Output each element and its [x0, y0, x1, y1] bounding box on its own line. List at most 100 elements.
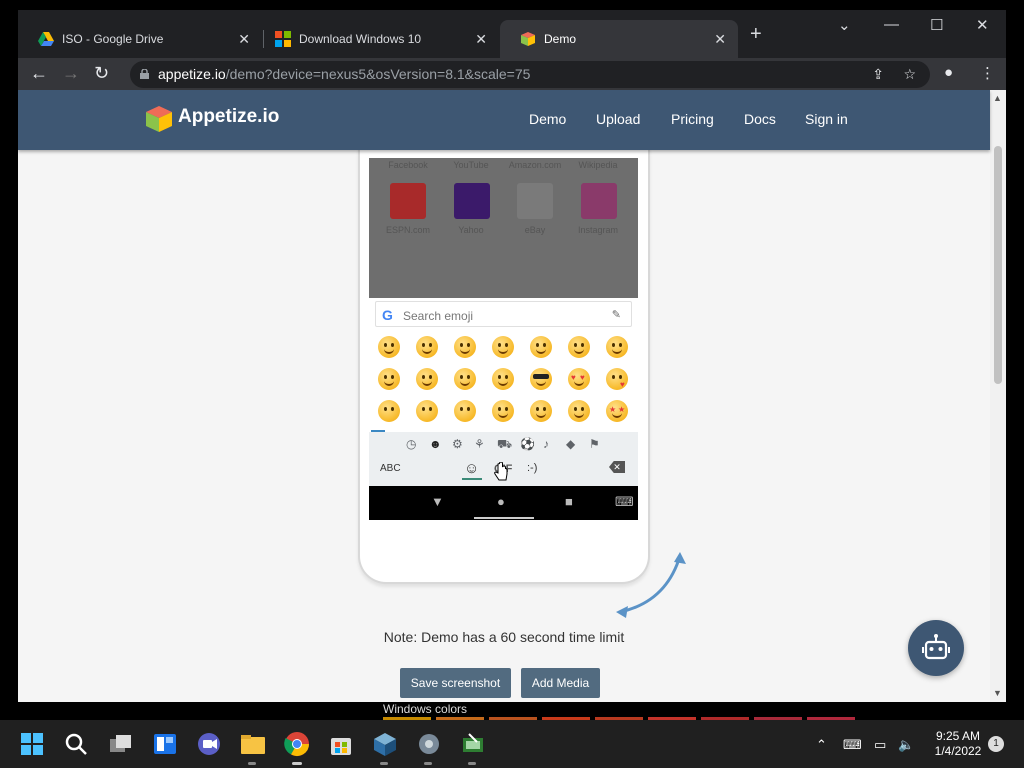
slight-smile-icon[interactable]: [530, 400, 552, 422]
save-screenshot-button[interactable]: Save screenshot: [400, 668, 511, 698]
kissing-face-icon[interactable]: [378, 400, 400, 422]
grinning-face-icon[interactable]: [378, 336, 400, 358]
maximize-icon[interactable]: ☐: [930, 16, 943, 34]
blowing-kiss-icon[interactable]: ♥: [606, 368, 628, 390]
tears-of-joy-icon[interactable]: [454, 336, 476, 358]
kebab-menu-icon[interactable]: ⋮: [980, 64, 995, 82]
instagram-tile[interactable]: [581, 183, 617, 219]
appetize-cube-icon: [520, 31, 536, 47]
objects-bell-icon[interactable]: ♪: [543, 437, 549, 451]
close-icon[interactable]: ✕: [714, 32, 726, 46]
nav-docs[interactable]: Docs: [744, 111, 776, 127]
task-view-icon[interactable]: [107, 730, 135, 758]
profile-icon[interactable]: ●: [944, 64, 953, 81]
kissing-closed-eyes-icon[interactable]: [454, 400, 476, 422]
chrome-icon[interactable]: [283, 730, 311, 758]
kissing-smiling-eyes-icon[interactable]: [416, 400, 438, 422]
sunglasses-face-icon[interactable]: [530, 368, 552, 390]
blush-face-icon[interactable]: [454, 368, 476, 390]
close-icon[interactable]: ✕: [238, 32, 250, 46]
hugging-face-icon[interactable]: [568, 400, 590, 422]
emoji-search-input[interactable]: G Search emoji ✎: [375, 301, 632, 327]
android-home-icon[interactable]: ●: [497, 494, 505, 509]
espn-tile[interactable]: [390, 183, 426, 219]
back-arrow-icon[interactable]: ←: [30, 62, 48, 84]
keyboard-switch-icon[interactable]: ⌨: [615, 494, 634, 510]
keyboard-icon[interactable]: ⌨: [843, 737, 862, 753]
app-label: Instagram: [577, 225, 619, 235]
nav-sign-in[interactable]: Sign in: [805, 111, 848, 127]
nav-pricing[interactable]: Pricing: [671, 111, 714, 127]
tab-search-chevron-icon[interactable]: ⌄: [838, 16, 851, 34]
close-icon[interactable]: ✕: [475, 32, 487, 46]
smiley-face-icon[interactable]: [530, 336, 552, 358]
settings-open-indicator: [424, 762, 432, 765]
recent-clock-icon[interactable]: ◷: [406, 437, 416, 451]
nav-demo[interactable]: Demo: [529, 111, 566, 127]
brand-name[interactable]: Appetize.io: [178, 106, 279, 128]
chat-bot-button[interactable]: [908, 620, 964, 676]
teams-chat-icon[interactable]: [195, 730, 223, 758]
virtualbox-icon[interactable]: [371, 730, 399, 758]
star-struck-icon[interactable]: ★ ★: [606, 400, 628, 422]
android-back-icon[interactable]: ▼: [431, 494, 444, 509]
network-display-icon[interactable]: ▭: [874, 737, 886, 753]
system-clock[interactable]: 9:25 AM 1/4/2022: [930, 729, 986, 759]
emoticon-key[interactable]: :-): [527, 462, 537, 474]
yahoo-tile[interactable]: [454, 183, 490, 219]
snipping-tool-icon[interactable]: [459, 730, 487, 758]
animals-icon[interactable]: ⚘: [474, 437, 485, 451]
windows-start-icon[interactable]: [18, 730, 46, 758]
handwriting-pen-icon[interactable]: ✎: [612, 308, 621, 321]
sweat-smile-icon[interactable]: [606, 336, 628, 358]
emoji-tab-icon[interactable]: ☺: [464, 460, 479, 477]
rolling-laughing-icon[interactable]: [492, 336, 514, 358]
minimize-icon[interactable]: —: [884, 16, 899, 33]
tab-demo[interactable]: Demo ✕: [500, 20, 738, 58]
url-host: appetize.io: [158, 66, 226, 82]
shortcut-label: YouTube: [453, 160, 489, 170]
share-icon[interactable]: ⇪: [872, 61, 884, 88]
volume-icon[interactable]: 🔈: [898, 737, 914, 753]
tab-iso-google-drive[interactable]: ISO - Google Drive ✕: [18, 20, 262, 58]
backspace-icon[interactable]: ✕: [609, 461, 625, 473]
android-recents-icon[interactable]: ■: [565, 494, 573, 509]
ebay-tile[interactable]: [517, 183, 553, 219]
settings-gear-icon[interactable]: [415, 730, 443, 758]
window-close-icon[interactable]: ✕: [976, 16, 989, 34]
forward-arrow-icon[interactable]: →: [62, 62, 80, 84]
people-gear-icon[interactable]: ⚙: [452, 437, 463, 451]
chrome-active-indicator: [292, 762, 302, 765]
notification-badge[interactable]: 1: [988, 736, 1004, 752]
scroll-thumb[interactable]: [994, 146, 1002, 384]
squinting-face-icon[interactable]: [378, 368, 400, 390]
flags-icon[interactable]: ⚑: [589, 437, 600, 451]
add-media-button[interactable]: Add Media: [521, 668, 600, 698]
heart-eyes-icon[interactable]: ♥ ♥: [568, 368, 590, 390]
scroll-up-icon[interactable]: ▲: [993, 93, 1002, 103]
grinning-smiling-eyes-icon[interactable]: [568, 336, 590, 358]
nav-upload[interactable]: Upload: [596, 111, 640, 127]
scroll-down-icon[interactable]: ▼: [993, 688, 1002, 698]
winking-face-icon[interactable]: [416, 368, 438, 390]
activity-ball-icon[interactable]: ⚽: [520, 437, 535, 451]
widgets-icon[interactable]: [151, 730, 179, 758]
search-icon[interactable]: [62, 730, 90, 758]
address-bar[interactable]: appetize.io/demo?device=nexus5&osVersion…: [130, 61, 930, 88]
page-scrollbar[interactable]: ▲ ▼: [990, 90, 1006, 702]
tab-download-windows-10[interactable]: Download Windows 10 ✕: [255, 20, 499, 58]
yum-face-icon[interactable]: [492, 368, 514, 390]
smileys-category-icon[interactable]: ☻: [429, 437, 442, 451]
smiling-face-icon[interactable]: [492, 400, 514, 422]
travel-car-icon[interactable]: ⛟: [497, 437, 512, 453]
new-tab-plus-icon[interactable]: +: [750, 24, 762, 44]
file-explorer-icon[interactable]: [239, 730, 267, 758]
bookmark-star-icon[interactable]: ☆: [903, 61, 916, 88]
tray-chevron-up-icon[interactable]: ⌃: [816, 737, 827, 753]
rotate-device-icon[interactable]: [616, 550, 688, 620]
symbols-icon[interactable]: ◆: [566, 437, 575, 451]
microsoft-store-icon[interactable]: [327, 730, 355, 758]
beaming-face-icon[interactable]: [416, 336, 438, 358]
reload-icon[interactable]: ↻: [94, 62, 109, 84]
abc-key[interactable]: ABC: [380, 463, 401, 474]
